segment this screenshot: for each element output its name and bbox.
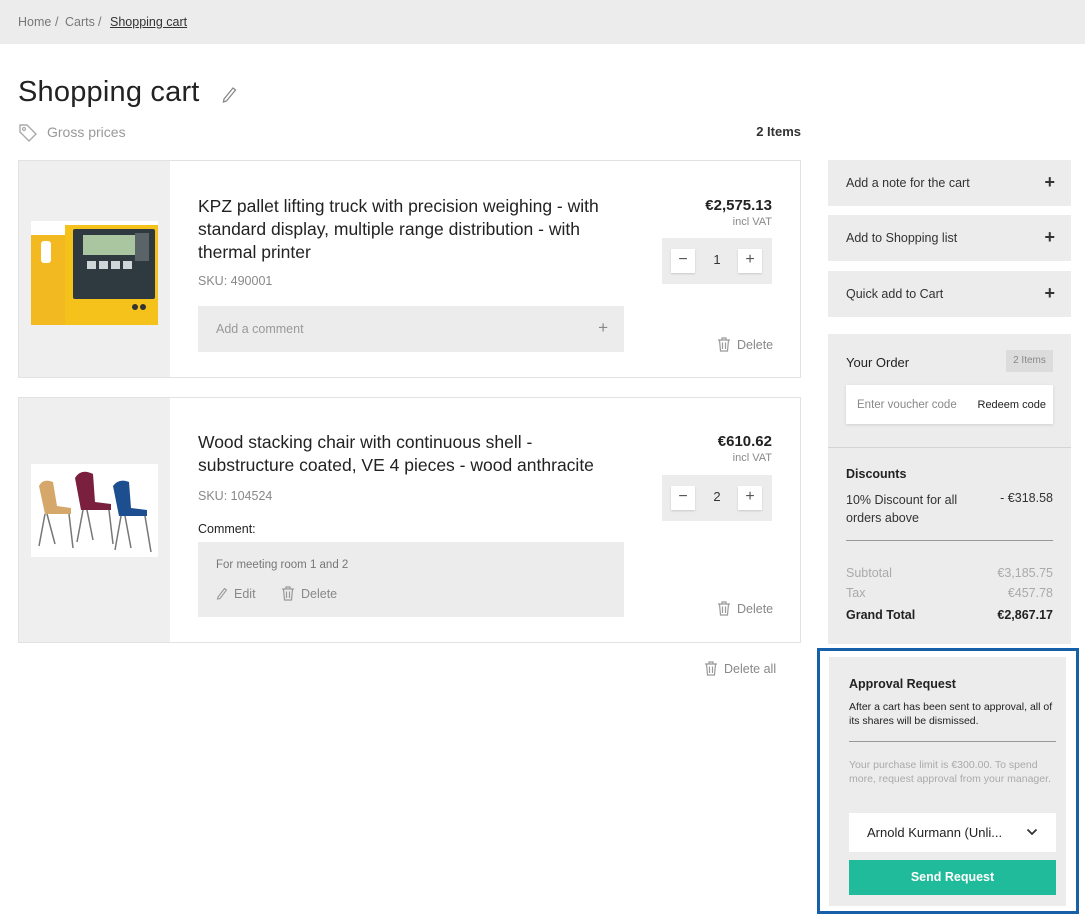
product-sku: SKU: 104524 (198, 489, 273, 503)
gross-prices-label: Gross prices (47, 124, 126, 140)
discount-label: 10% Discount for all orders above (846, 493, 958, 525)
comment-text: For meeting room 1 and 2 (216, 559, 349, 571)
plus-icon: + (1044, 283, 1055, 303)
breadcrumb-separator: / (55, 15, 59, 29)
vat-label: incl VAT (732, 216, 772, 228)
chevron-down-icon (1026, 828, 1038, 836)
trash-icon (718, 601, 730, 616)
delete-label: Delete (737, 338, 774, 352)
product-sku: SKU: 490001 (198, 274, 273, 288)
product-price: €2,575.13 (705, 197, 772, 214)
product-name[interactable]: Wood stacking chair with continuous shel… (198, 431, 628, 477)
cart-item: Wood stacking chair with continuous shel… (18, 397, 801, 643)
breadcrumb-carts[interactable]: Carts (65, 15, 95, 29)
price-tag-icon (19, 124, 37, 142)
delete-all-button[interactable]: Delete all (704, 661, 776, 676)
edit-comment-button[interactable]: Edit (216, 586, 256, 601)
add-note-label: Add a note for the cart (846, 176, 970, 190)
trash-icon (718, 337, 730, 352)
breadcrumb-home[interactable]: Home (18, 15, 51, 29)
product-name[interactable]: KPZ pallet lifting truck with precision … (198, 195, 628, 264)
purchase-limit-text: Your purchase limit is €300.00. To spend… (849, 759, 1051, 785)
quantity-value[interactable]: 1 (702, 252, 732, 267)
approver-select[interactable]: Arnold Kurmann (Unli... (849, 813, 1056, 852)
product-image-stacking-chairs[interactable] (31, 464, 158, 557)
order-summary: Your Order 2 Items Enter voucher code Re… (828, 334, 1071, 644)
plus-icon: + (1044, 172, 1055, 192)
approval-request-panel: Approval Request After a cart has been s… (817, 648, 1079, 914)
discounts-title: Discounts (846, 467, 907, 481)
breadcrumb-separator: / (98, 15, 102, 29)
pencil-icon (216, 587, 228, 600)
approval-title: Approval Request (849, 677, 956, 691)
comment-label: Comment: (198, 522, 256, 536)
quick-add-label: Quick add to Cart (846, 287, 944, 301)
send-request-button[interactable]: Send Request (849, 860, 1056, 895)
trash-icon (705, 661, 717, 676)
subtotal-value: €3,185.75 (997, 566, 1053, 580)
pencil-icon[interactable] (220, 84, 238, 104)
comment-box: For meeting room 1 and 2 Edit Delete (198, 542, 624, 617)
tax-label: Tax (846, 586, 866, 600)
page-title: Shopping cart (18, 76, 200, 108)
decrease-quantity-button[interactable]: − (671, 486, 695, 510)
subtotal-label: Subtotal (846, 566, 892, 580)
grand-total-label: Grand Total (846, 608, 916, 622)
approval-note: After a cart has been sent to approval, … (849, 701, 1053, 727)
delete-item-button[interactable]: Delete (717, 337, 773, 352)
delete-label: Delete (301, 587, 338, 601)
divider (846, 540, 1053, 541)
voucher-form: Enter voucher code Redeem code (846, 385, 1053, 424)
approver-selected-value: Arnold Kurmann (Unli... (867, 825, 1003, 840)
divider (849, 741, 1056, 742)
cart-item-count: 2 Items (756, 124, 801, 139)
item-count-badge: 2 Items (1006, 350, 1053, 372)
add-comment-button[interactable]: Add a comment + (198, 306, 624, 352)
quick-add-button[interactable]: Quick add to Cart + (828, 271, 1071, 317)
breadcrumb-current[interactable]: Shopping cart (110, 15, 187, 29)
increase-quantity-button[interactable]: + (738, 249, 762, 273)
increase-quantity-button[interactable]: + (738, 486, 762, 510)
quantity-value[interactable]: 2 (702, 489, 732, 504)
add-note-button[interactable]: Add a note for the cart + (828, 160, 1071, 206)
delete-label: Delete (737, 602, 774, 616)
cart-item: KPZ pallet lifting truck with precision … (18, 160, 801, 378)
plus-icon: + (1044, 227, 1055, 247)
add-to-shopping-list-button[interactable]: Add to Shopping list + (828, 215, 1071, 261)
tax-value: €457.78 (1007, 586, 1053, 600)
add-comment-label: Add a comment (216, 322, 304, 336)
trash-icon (282, 586, 294, 601)
plus-icon: + (598, 318, 608, 337)
redeem-code-button[interactable]: Redeem code (978, 399, 1047, 411)
edit-label: Edit (234, 587, 256, 601)
decrease-quantity-button[interactable]: − (671, 249, 695, 273)
order-title: Your Order (846, 355, 910, 370)
discount-value: - €318.58 (1000, 491, 1053, 505)
product-image-pallet-truck[interactable] (31, 221, 158, 325)
grand-total-value: €2,867.17 (997, 608, 1053, 622)
voucher-input[interactable]: Enter voucher code (857, 399, 957, 411)
add-to-shopping-list-label: Add to Shopping list (846, 231, 958, 245)
vat-label: incl VAT (732, 452, 772, 464)
delete-all-label: Delete all (724, 662, 777, 676)
product-price: €610.62 (717, 433, 772, 450)
quantity-stepper: − 1 + (662, 238, 772, 284)
divider (828, 447, 1071, 448)
delete-item-button[interactable]: Delete (717, 601, 773, 616)
delete-comment-button[interactable]: Delete (281, 586, 337, 601)
quantity-stepper: − 2 + (662, 475, 772, 521)
